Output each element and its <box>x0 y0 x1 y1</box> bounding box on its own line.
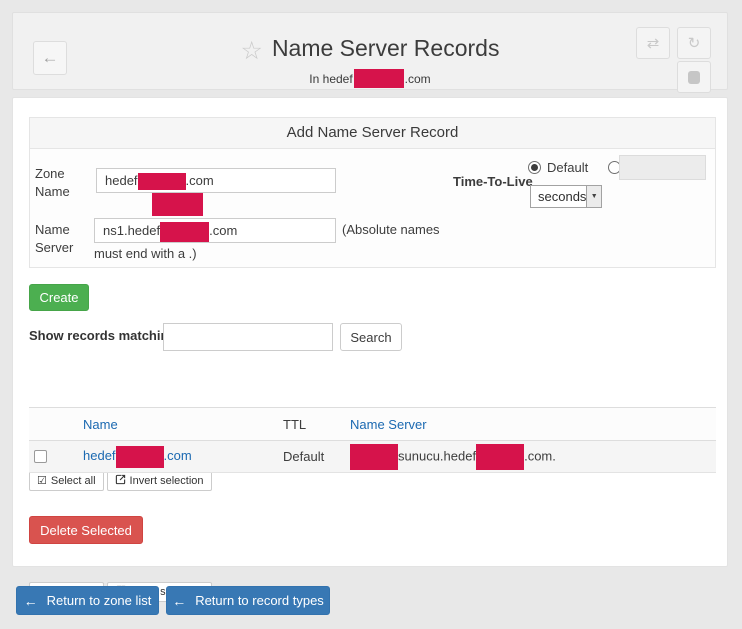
name-server-column-header: Name Server <box>350 408 716 441</box>
name-server-column-link[interactable]: Name Server <box>350 417 427 432</box>
redaction-box <box>476 444 524 470</box>
zone-name-value-prefix: hedef <box>105 173 138 188</box>
records-table: Name TTL Name Server hedef .com Default s… <box>29 407 716 473</box>
refresh-tab-icon: ⇄ <box>647 34 660 52</box>
record-name-link[interactable]: hedef .com <box>83 448 192 463</box>
record-name-prefix: hedef <box>83 448 116 463</box>
absolute-names-hint-2: must end with a .) <box>94 246 197 261</box>
name-server-value-suffix: .com <box>209 223 237 238</box>
select-all-button[interactable]: ☑ Select all <box>29 471 104 491</box>
invert-selection-button[interactable]: Invert selection <box>107 471 212 491</box>
return-to-record-types-button[interactable]: ← Return to record types <box>166 586 330 615</box>
name-server-label: Name Server <box>35 221 87 257</box>
record-ns-mid: sunucu.hedef <box>398 448 476 463</box>
subtitle-prefix: In hedef <box>309 72 352 86</box>
redaction-box <box>160 222 209 242</box>
table-row: hedef .com Default sunucu.hedef .com. <box>29 441 716 473</box>
add-record-panel-title: Add Name Server Record <box>30 118 715 149</box>
ttl-custom-input[interactable] <box>619 155 706 180</box>
title-block: ☆ Name Server Records In hedef .com <box>13 35 727 88</box>
header-buttons: ⇄ ↻ <box>636 27 711 95</box>
subtitle-suffix: .com <box>405 72 431 86</box>
ttl-unit-value: seconds <box>531 186 586 207</box>
zone-name-input[interactable]: hedef .com <box>96 168 336 193</box>
search-input[interactable] <box>163 323 333 351</box>
chevron-down-icon: ▼ <box>586 186 601 207</box>
selection-controls-top: ☑ Select all Invert selection <box>29 471 212 491</box>
create-button[interactable]: Create <box>29 284 89 311</box>
page-title: Name Server Records <box>272 35 500 61</box>
search-button[interactable]: Search <box>340 323 402 351</box>
return-to-zone-list-label: Return to zone list <box>47 593 152 608</box>
add-record-panel: Add Name Server Record Zone Name hedef .c… <box>29 117 716 268</box>
page-subtitle: In hedef .com <box>13 69 727 88</box>
redaction-box <box>354 69 404 88</box>
reload-icon: ↻ <box>688 34 701 52</box>
ttl-column-header: TTL <box>283 408 350 441</box>
content-panel: Add Name Server Record Zone Name hedef .c… <box>12 97 728 567</box>
record-ns-suffix: .com. <box>524 448 556 463</box>
row-checkbox[interactable] <box>34 450 47 463</box>
name-server-input[interactable]: ns1.hedef .com <box>94 218 336 243</box>
table-header-row: Name TTL Name Server <box>29 408 716 441</box>
left-arrow-icon: ← <box>24 593 38 609</box>
redaction-box <box>116 446 164 468</box>
zone-name-label: Zone Name <box>35 165 87 201</box>
page: ← ☆ Name Server Records In hedef .com ⇄ ↻ <box>0 0 742 629</box>
left-arrow-icon: ← <box>172 593 186 609</box>
checkbox-column-header <box>29 408 83 441</box>
search-label: Show records matching: <box>29 328 181 343</box>
record-ttl-cell: Default <box>283 441 350 473</box>
name-column-header: Name <box>83 408 283 441</box>
delete-selected-button[interactable]: Delete Selected <box>29 516 143 544</box>
ttl-options: Default <box>528 160 621 175</box>
redaction-box <box>350 444 398 470</box>
record-name-server-cell: sunucu.hedef .com. <box>350 441 716 473</box>
square-icon <box>688 71 700 84</box>
ttl-default-radio[interactable] <box>528 161 541 174</box>
return-to-record-types-label: Return to record types <box>195 593 324 608</box>
redaction-box <box>152 193 203 216</box>
name-column-link[interactable]: Name <box>83 417 118 432</box>
absolute-names-hint-1: (Absolute names <box>342 222 440 237</box>
name-server-value-prefix: ns1.hedef <box>103 223 160 238</box>
zone-name-value-suffix: .com <box>186 173 214 188</box>
ttl-label: Time-To-Live <box>453 174 533 189</box>
redaction-box <box>138 173 186 190</box>
invert-selection-icon <box>115 474 126 488</box>
page-header: ← ☆Name Server Records In hedef .com ⇄ ↻ <box>12 12 728 90</box>
ttl-default-label: Default <box>547 160 588 175</box>
reload-page-button[interactable]: ↻ <box>677 27 711 59</box>
checked-box-icon: ☑ <box>37 476 47 487</box>
select-all-label: Select all <box>51 475 96 487</box>
bookmark-star-icon[interactable]: ☆ <box>241 37 263 65</box>
return-to-zone-list-button[interactable]: ← Return to zone list <box>16 586 159 615</box>
record-name-suffix: .com <box>164 448 192 463</box>
refresh-modules-button[interactable]: ⇄ <box>636 27 670 59</box>
ttl-unit-select[interactable]: seconds ▼ <box>530 185 602 208</box>
invert-selection-label: Invert selection <box>130 475 204 487</box>
add-record-form: Zone Name hedef .com Time-To-Live Default… <box>30 149 715 267</box>
stop-button[interactable] <box>677 61 711 93</box>
